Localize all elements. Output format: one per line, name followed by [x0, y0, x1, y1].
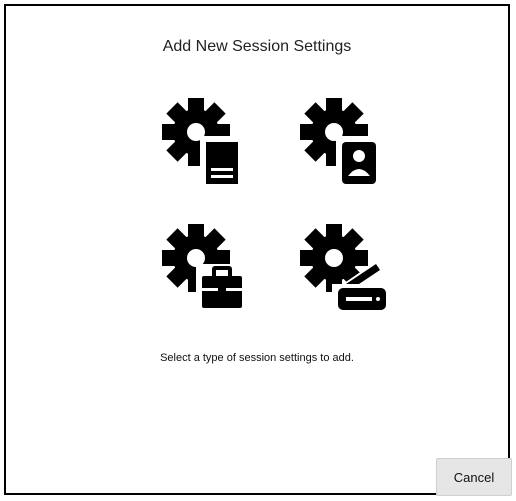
option-gear-scanner[interactable] — [294, 218, 390, 314]
gear-document-icon — [162, 98, 240, 184]
option-gear-document[interactable] — [156, 92, 252, 188]
dialog-title: Add New Session Settings — [162, 38, 352, 55]
instruction-text: Select a type of session settings to add… — [160, 352, 354, 364]
option-gear-briefcase[interactable] — [156, 218, 252, 314]
option-gear-person-badge[interactable] — [294, 92, 390, 188]
gear-scanner-icon — [300, 224, 388, 310]
add-session-settings-dialog: Add New Session Settings Select a type o… — [4, 4, 510, 495]
cancel-button[interactable]: Cancel — [436, 458, 512, 496]
gear-person-badge-icon — [300, 98, 378, 184]
gear-briefcase-icon — [162, 224, 248, 310]
